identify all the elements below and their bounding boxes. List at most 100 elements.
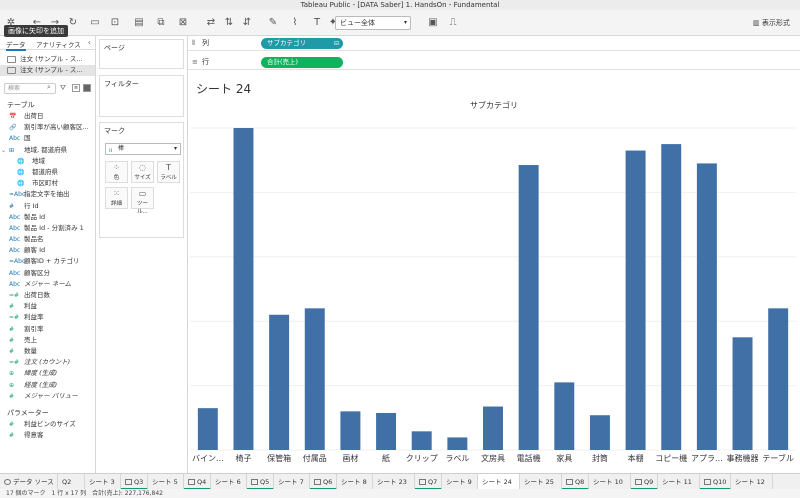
field-item[interactable]: =# 出荷日数: [0, 290, 95, 301]
sheet-tab[interactable]: Q8: [562, 474, 589, 489]
field-item[interactable]: 📅 出荷日: [0, 111, 95, 122]
view-toggle-icon[interactable]: ≡: [72, 84, 80, 92]
expand-icon[interactable]: ⌄: [1, 145, 6, 156]
pages-card[interactable]: ページ: [99, 39, 184, 69]
field-item[interactable]: # メジャー バリュー: [0, 391, 95, 402]
bar[interactable]: [233, 128, 254, 450]
redo-icon[interactable]: ↻: [66, 16, 80, 30]
sheet-tab[interactable]: Q6: [310, 474, 337, 489]
sheet-tab[interactable]: シート 9: [442, 474, 478, 489]
bar[interactable]: [589, 415, 610, 450]
clear-sheet-icon[interactable]: ⊠: [176, 16, 190, 30]
sheet-tab[interactable]: シート 11: [658, 474, 700, 489]
bar[interactable]: [483, 406, 503, 450]
sheet-tab[interactable]: Q4: [184, 474, 211, 489]
field-item[interactable]: 🔗 割引率が高い顧客区...: [0, 122, 95, 133]
field-item[interactable]: # 売上: [0, 335, 95, 346]
bar[interactable]: [269, 314, 290, 450]
field-item[interactable]: # 行 Id: [0, 201, 95, 212]
filters-card[interactable]: フィルター: [99, 75, 184, 117]
param-item[interactable]: # 得意客: [0, 430, 95, 441]
share-icon[interactable]: ⎍: [446, 16, 460, 30]
bar[interactable]: [625, 150, 646, 450]
mark-button[interactable]: ◌ サイズ: [131, 161, 154, 183]
field-item[interactable]: =Abc 指定文字を抽出: [0, 189, 95, 200]
field-item[interactable]: ⊕ 経度 (生成): [0, 380, 95, 391]
bar[interactable]: [411, 431, 432, 450]
field-item[interactable]: 🌐 市区町村: [0, 178, 95, 189]
bar-chart[interactable]: バイン... 椅子 保管箱 付属品 画材 紙 クリップ ラベル 文房具 電話機 家具 封筒 本棚 コピー機…: [188, 70, 800, 473]
show-me-button[interactable]: ▥ 表示形式: [753, 16, 790, 30]
mark-button[interactable]: ⁙ 詳細: [105, 187, 128, 209]
bar[interactable]: [768, 308, 789, 450]
sheet-tab[interactable]: Q5: [247, 474, 274, 489]
datasource-item[interactable]: 注文 (サンプル - ス...: [0, 54, 95, 65]
menu-icon[interactable]: [83, 84, 91, 92]
field-item[interactable]: =# 注文 (カウント): [0, 357, 95, 368]
field-item[interactable]: Abc 製品名: [0, 234, 95, 245]
bar[interactable]: [554, 382, 575, 450]
sheet-tab[interactable]: Q2: [58, 474, 85, 489]
sheet-tab[interactable]: Q3: [121, 474, 148, 489]
sort-desc-icon[interactable]: ⇵: [240, 16, 254, 30]
presentation-icon[interactable]: ▣: [426, 16, 440, 30]
sheet-tab[interactable]: シート 24: [478, 474, 520, 489]
bar[interactable]: [696, 163, 717, 451]
field-item[interactable]: Abc 製品 Id - 分割済み 1: [0, 223, 95, 234]
tab-data[interactable]: データ: [6, 39, 26, 51]
field-item[interactable]: Abc 顧客 Id: [0, 245, 95, 256]
bar[interactable]: [518, 165, 539, 450]
mark-button[interactable]: ⁘ 色: [105, 161, 128, 183]
attach-icon[interactable]: ⌇: [288, 16, 302, 30]
bar[interactable]: [732, 337, 753, 450]
new-sheet-icon[interactable]: ▤: [132, 16, 146, 30]
highlight-icon[interactable]: ✎: [266, 16, 280, 30]
field-item[interactable]: Abc 顧客区分: [0, 268, 95, 279]
swap-icon[interactable]: ⇄: [204, 16, 218, 30]
rows-shelf[interactable]: ≡ 行 合計(売上): [188, 55, 800, 70]
sheet-tab[interactable]: Q7: [415, 474, 442, 489]
bar[interactable]: [661, 144, 682, 450]
mark-type-select[interactable]: ıı 棒 ▾: [105, 143, 181, 155]
bar[interactable]: [304, 308, 325, 450]
field-item[interactable]: # 数量: [0, 346, 95, 357]
field-item[interactable]: ⊕ 緯度 (生成): [0, 368, 95, 379]
duplicate-sheet-icon[interactable]: ⧉: [154, 16, 168, 30]
field-item[interactable]: # 利益: [0, 301, 95, 312]
sheet-tab[interactable]: シート 6: [211, 474, 247, 489]
save-icon[interactable]: ▭: [88, 16, 102, 30]
sheet-tab[interactable]: シート 12: [731, 474, 773, 489]
field-item[interactable]: =# 利益率: [0, 312, 95, 323]
sheet-tab[interactable]: シート 25: [520, 474, 562, 489]
columns-pill[interactable]: サブカテゴリ ⊟: [261, 38, 343, 49]
new-datasource-icon[interactable]: ⊡: [108, 16, 122, 30]
field-item[interactable]: Abc 製品 Id: [0, 212, 95, 223]
field-item[interactable]: ⌄ ⊞ 地域, 都道府県: [0, 145, 95, 156]
mark-button[interactable]: ▭ ツール...: [131, 187, 154, 215]
sheet-tab[interactable]: シート 10: [589, 474, 631, 489]
field-item[interactable]: Abc メジャー ネーム: [0, 279, 95, 290]
param-item[interactable]: # 利益ビンのサイズ: [0, 419, 95, 430]
datasource-item[interactable]: 注文 (サンプル - ス...: [0, 65, 95, 76]
sheet-tab[interactable]: Q9: [631, 474, 658, 489]
view-size-select[interactable]: ビュー全体 ▾: [335, 16, 411, 30]
bar[interactable]: [376, 412, 397, 450]
sheet-tab[interactable]: データ ソース: [0, 474, 58, 489]
bar[interactable]: [340, 411, 361, 450]
columns-shelf[interactable]: ⦀ 列 サブカテゴリ ⊟: [188, 36, 800, 51]
field-item[interactable]: Abc 国: [0, 133, 95, 144]
sheet-tab[interactable]: シート 8: [337, 474, 373, 489]
field-item[interactable]: =Abc 顧客ID + カテゴリ: [0, 256, 95, 267]
bar[interactable]: [197, 408, 218, 450]
rows-pill[interactable]: 合計(売上): [261, 57, 343, 68]
sheet-tab[interactable]: Q10: [700, 474, 731, 489]
sheet-tab[interactable]: シート 3: [85, 474, 121, 489]
sheet-tab[interactable]: シート 23: [373, 474, 415, 489]
field-item[interactable]: # 割引率: [0, 324, 95, 335]
sheet-tab[interactable]: シート 5: [148, 474, 184, 489]
sheet-tab[interactable]: シート 7: [274, 474, 310, 489]
label-icon[interactable]: T: [310, 16, 324, 30]
tab-analytics[interactable]: アナリティクス: [36, 39, 81, 49]
bar[interactable]: [447, 437, 468, 450]
field-item[interactable]: 🌐 地域: [0, 156, 95, 167]
